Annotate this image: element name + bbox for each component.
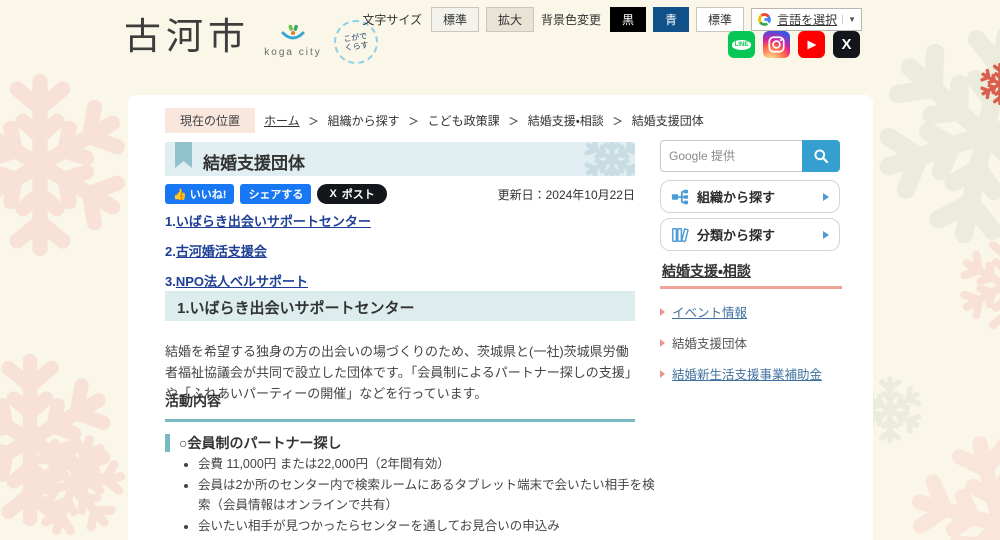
chevron-right-icon (823, 230, 829, 239)
font-size-label: 文字サイズ (362, 13, 422, 27)
breadcrumb-item[interactable]: 組織から探す (328, 112, 400, 129)
chevron-right-icon (823, 192, 829, 201)
bg-blue-button[interactable]: 青 (653, 7, 690, 32)
snowflake-decoration (978, 62, 1000, 106)
bg-black-button[interactable]: 黒 (610, 7, 647, 32)
search-by-organization-button[interactable]: 組織から探す (660, 180, 840, 213)
activity-heading: 活動内容 (165, 391, 635, 422)
breadcrumb-separator: ＞ (508, 117, 519, 128)
toc-item[interactable]: 1.いばらき出会いサポートセンター (165, 211, 371, 230)
updated-date: 更新日：2024年10月22日 (497, 187, 635, 202)
breadcrumb-separator: ＞ (612, 117, 623, 128)
x-glyph-icon: X (329, 188, 337, 200)
page-title: 結婚支援団体 (203, 154, 305, 173)
bookmark-icon (175, 142, 192, 168)
list-item: 会いたい相手が見つかったらセンターを通してお見合いの申込み (198, 516, 656, 536)
search-icon (814, 149, 829, 164)
language-selector[interactable]: 言語を選択 ▼ (751, 8, 862, 31)
triangle-bullet-icon (660, 369, 665, 378)
x-icon[interactable]: X (833, 31, 860, 58)
triangle-bullet-icon (660, 338, 665, 347)
youtube-icon[interactable] (798, 31, 825, 58)
breadcrumb-current: 結婚支援団体 (631, 114, 704, 128)
sidebar-item-marriage-support-groups[interactable]: 結婚支援団体 (660, 333, 822, 352)
breadcrumb-separator: ＞ (408, 117, 419, 128)
sidebar-links: イベント情報 結婚支援団体 結婚新生活支援事業補助金 (660, 302, 822, 395)
books-icon (672, 227, 689, 242)
content-panel: 現在の位置 ホーム ＞ 組織から探す ＞ こども政策課 ＞ 結婚支援・相談 ＞ … (128, 95, 873, 540)
toc-item[interactable]: 2.古河婚活支援会 (165, 241, 371, 260)
search-input[interactable] (660, 140, 802, 172)
x-post-button[interactable]: X ポスト (317, 184, 387, 204)
triangle-bullet-icon (660, 307, 665, 316)
koga-emblem-icon (281, 24, 305, 40)
page-root: 古河市 koga city こがで くらす 文字サイズ 標準 拡大 背景色変更 … (0, 0, 1000, 540)
font-large-button[interactable]: 拡大 (485, 7, 534, 32)
page-title-band: 結婚支援団体 (165, 142, 635, 176)
site-logo[interactable]: 古河市 koga city こがで くらす (124, 14, 381, 67)
site-search (660, 140, 840, 172)
accessibility-toolbar: 文字サイズ 標準 拡大 背景色変更 黒 青 標準 言語を選択 ▼ (362, 7, 862, 32)
youtube-play-glyph (807, 40, 817, 49)
bg-color-label: 背景色変更 (541, 13, 602, 27)
language-select-link: 言語を選択 (777, 13, 838, 27)
breadcrumb-separator: ＞ (308, 117, 319, 128)
koga-city-emblem: koga city (264, 24, 322, 58)
breadcrumb-item[interactable]: 結婚支援・相談 (528, 112, 604, 129)
koga-city-caption: koga city (264, 47, 322, 58)
snowflake-decoration (581, 142, 635, 176)
share-button[interactable]: シェアする (240, 184, 312, 204)
snowflake-decoration (885, 410, 1000, 540)
breadcrumb: 現在の位置 ホーム ＞ 組織から探す ＞ こども政策課 ＞ 結婚支援・相談 ＞ … (165, 108, 704, 133)
line-icon[interactable]: LINE (728, 31, 755, 58)
section-heading-band: 1.いばらき出会いサポートセンター (165, 291, 635, 321)
instagram-glyph (768, 36, 785, 53)
breadcrumb-label: 現在の位置 (165, 108, 256, 133)
toc-item[interactable]: 3.NPO法人ベルサポート (165, 271, 371, 290)
activity-list: 会費 11,000円 または22,000円（2年間有効） 会員は2か所のセンター… (180, 454, 656, 540)
breadcrumb-item[interactable]: こども政策課 (428, 112, 500, 129)
google-icon (758, 13, 771, 26)
site-title: 古河市 (124, 16, 250, 57)
snowflake-decoration (3, 415, 144, 540)
social-links: LINE X (728, 31, 860, 58)
like-button[interactable]: 👍 いいね! (165, 184, 235, 204)
section-heading: 1.いばらき出会いサポートセンター (177, 300, 415, 317)
instagram-icon[interactable] (763, 31, 790, 58)
snowflake-decoration (955, 235, 1000, 335)
font-standard-button[interactable]: 標準 (430, 7, 479, 32)
list-item: 会費 11,000円 または22,000円（2年間有効） (198, 454, 656, 474)
bg-standard-button[interactable]: 標準 (696, 7, 745, 32)
sidebar-category-heading[interactable]: 結婚支援・相談 (662, 261, 751, 281)
search-by-category-button[interactable]: 分類から探す (660, 218, 840, 251)
sidebar-item-event-info[interactable]: イベント情報 (660, 302, 822, 321)
list-item: 会員は2か所のセンター内で検索ルームにあるタブレット端末で会いたい相手を検索（会… (198, 475, 656, 515)
search-button[interactable] (802, 140, 840, 172)
snowflake-decoration (0, 350, 120, 530)
language-caret-icon[interactable]: ▼ (842, 15, 856, 24)
share-row: 👍 いいね! シェアする X ポスト 更新日：2024年10月22日 (165, 184, 635, 204)
activity-subheading: ○会員制のパートナー探し (165, 434, 341, 452)
sidebar-item-newlife-subsidy[interactable]: 結婚新生活支援事業補助金 (660, 364, 822, 383)
breadcrumb-home[interactable]: ホーム (264, 112, 300, 129)
sidebar-category-rule (660, 286, 842, 289)
org-chart-icon (671, 189, 689, 204)
toc-list: 1.いばらき出会いサポートセンター 2.古河婚活支援会 3.NPO法人ベルサポー… (165, 211, 371, 301)
snowflake-decoration (0, 70, 135, 260)
